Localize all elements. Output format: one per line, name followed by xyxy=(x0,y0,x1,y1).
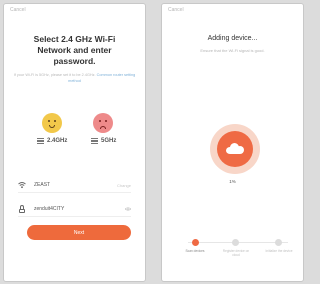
page-title: Select 2.4 GHz Wi-Fi Network and enter p… xyxy=(33,34,116,66)
lock-icon xyxy=(18,205,26,213)
change-network-link[interactable]: Change xyxy=(117,183,131,188)
wifi-ssid-field[interactable]: ZEAST Change xyxy=(18,178,131,193)
step-label-register: Register device on cloud xyxy=(222,249,250,258)
password-field[interactable]: zenduit4CITY xyxy=(18,202,132,217)
ssid-value: ZEAST xyxy=(34,182,51,188)
page-title: Adding device... xyxy=(207,35,258,42)
step-dot-scan xyxy=(192,239,199,246)
progress-percent: 1% xyxy=(229,179,236,184)
adding-device-screen: Cancel Adding device... Ensure that the … xyxy=(161,3,304,282)
band-24ghz: 2.4GHz xyxy=(37,138,67,144)
next-button[interactable]: Next xyxy=(27,225,131,240)
wifi-setup-screen: Cancel Select 2.4 GHz Wi-Fi Network and … xyxy=(3,3,146,282)
step-label-scan: Scan devices xyxy=(185,249,205,253)
wifi-icon xyxy=(18,181,26,189)
hint-message: If your Wi-Fi is 5GHz, please set it to … xyxy=(13,73,96,77)
band-24ghz-label: 2.4GHz xyxy=(47,138,68,144)
wifi-icon xyxy=(91,138,98,144)
step-dot-register xyxy=(232,239,239,246)
cancel-link[interactable]: Cancel xyxy=(168,7,184,13)
band-5ghz: 5GHz xyxy=(91,138,116,144)
cancel-link[interactable]: Cancel xyxy=(10,7,26,13)
band-5ghz-label: 5GHz xyxy=(101,138,117,144)
wifi-icon xyxy=(37,138,44,144)
page-subtitle: Ensure that the Wi-Fi signal is good. xyxy=(200,48,265,53)
sad-face-icon xyxy=(93,113,113,133)
happy-face-icon xyxy=(42,113,62,133)
step-dot-initialize xyxy=(275,239,282,246)
hint-text: If your Wi-Fi is 5GHz, please set it to … xyxy=(12,73,137,84)
cloud-icon xyxy=(226,142,244,154)
password-value: zenduit4CITY xyxy=(34,206,65,212)
eye-icon[interactable] xyxy=(124,206,132,212)
step-label-initialize: Initialize the device xyxy=(265,249,293,253)
